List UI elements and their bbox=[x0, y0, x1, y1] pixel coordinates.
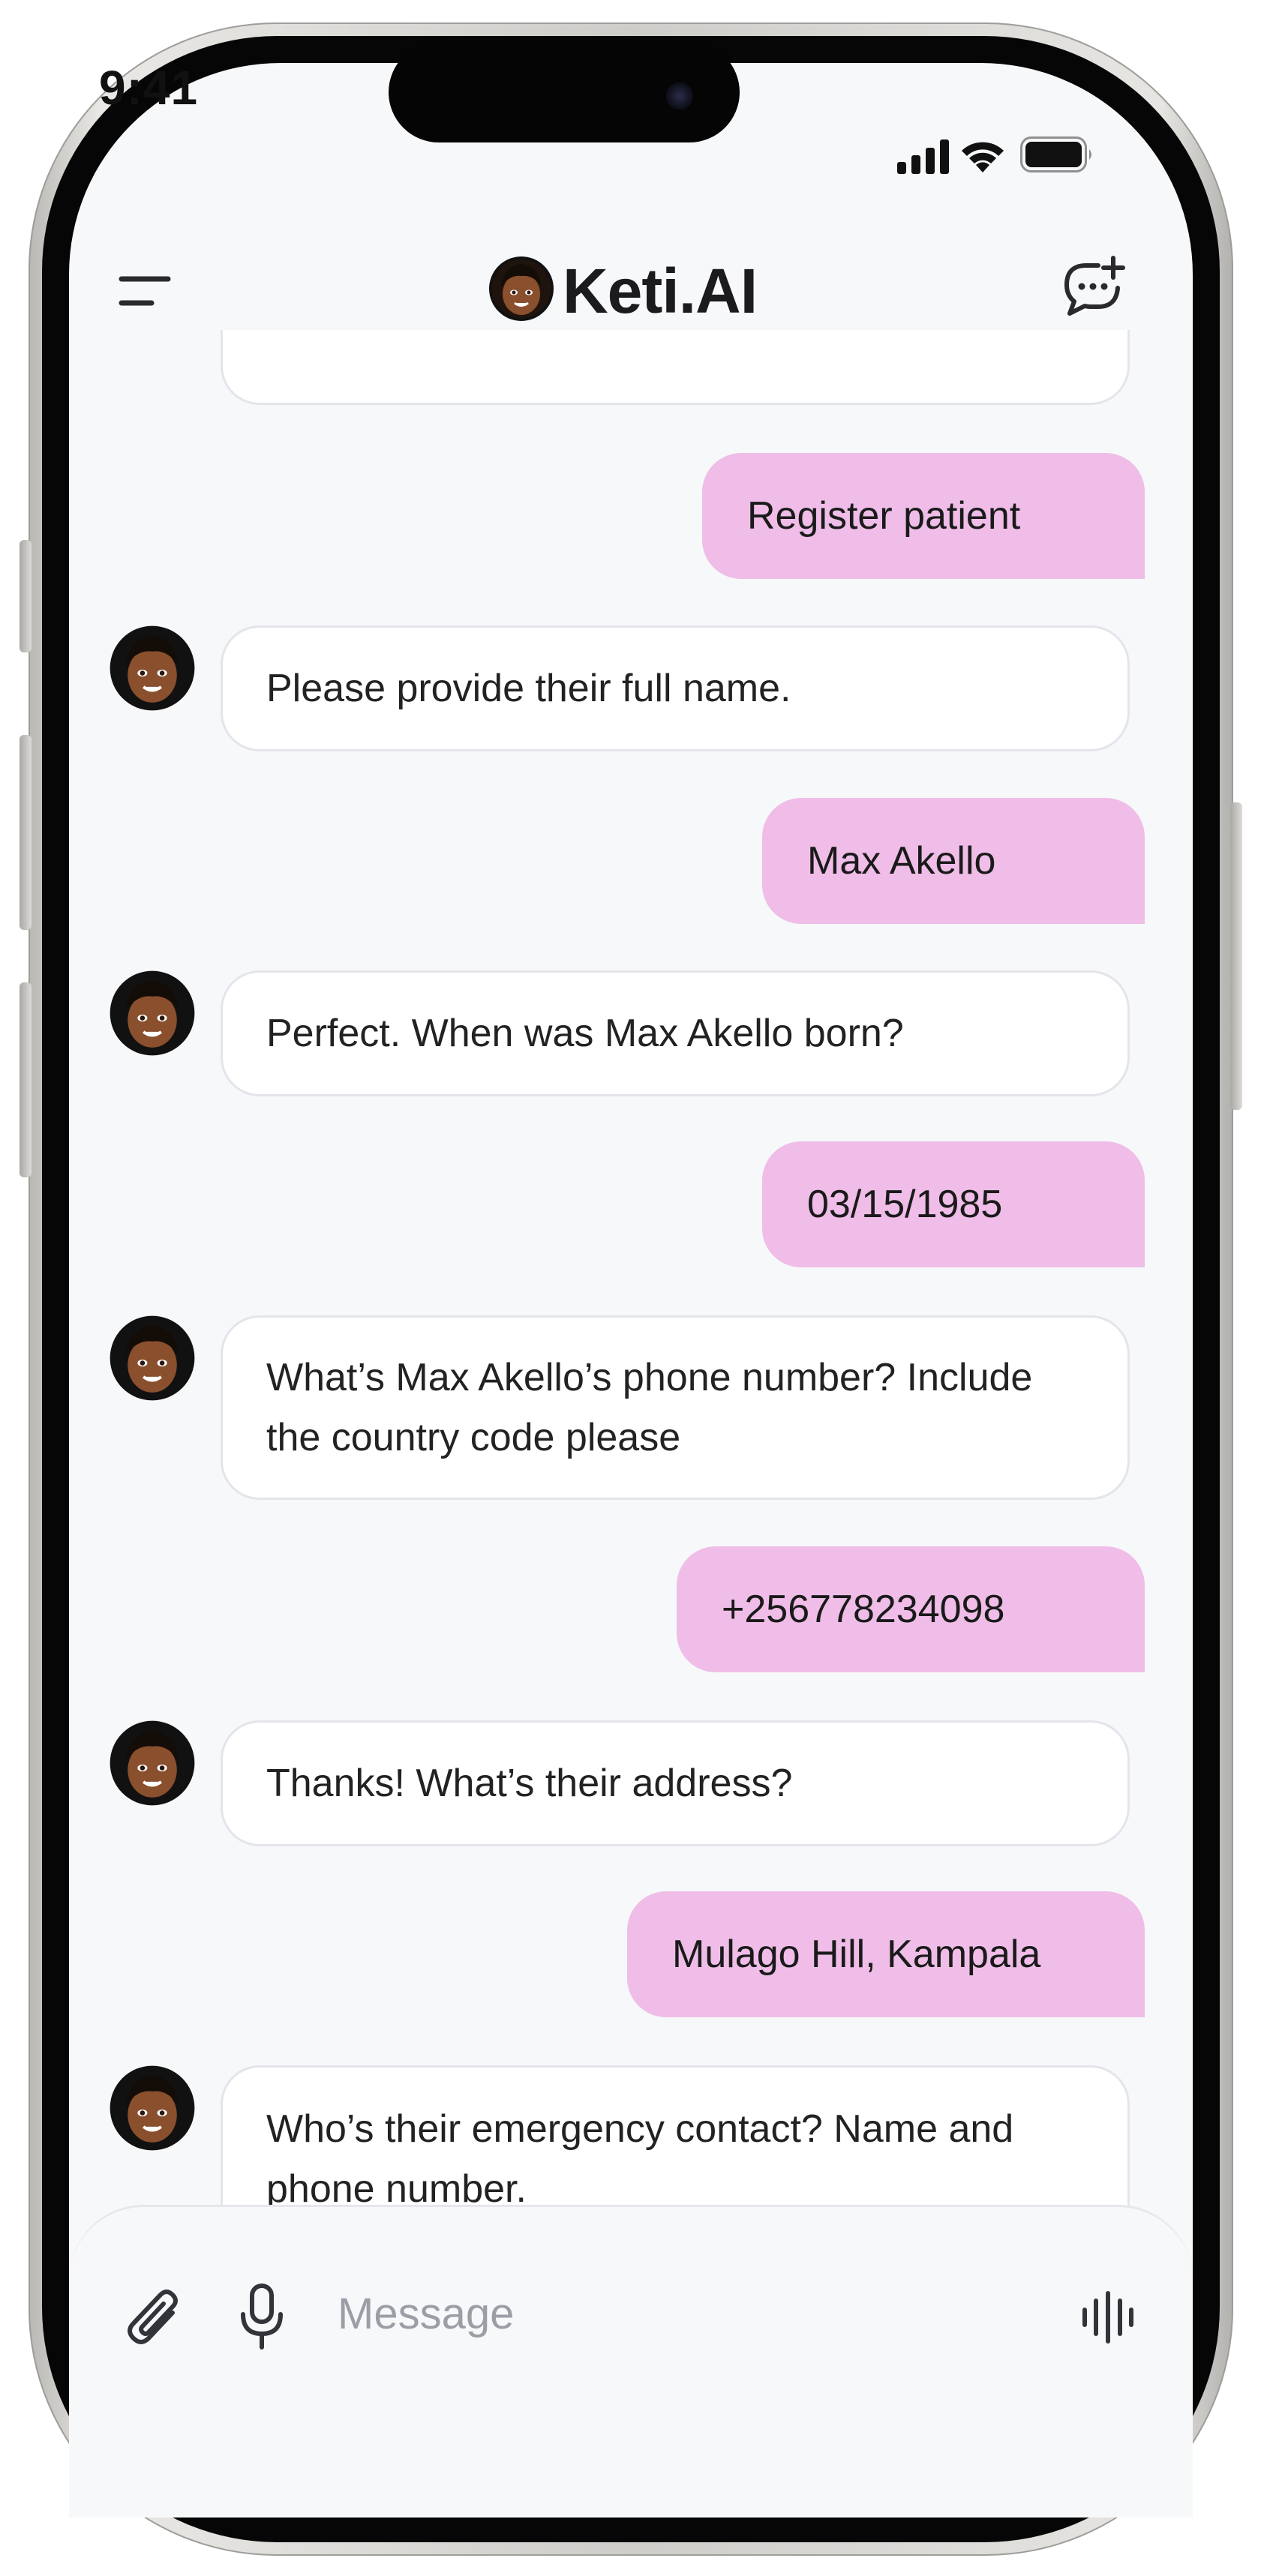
camera-lens bbox=[666, 82, 693, 109]
user-message: 03/15/1985 bbox=[762, 1141, 1145, 1267]
assistant-avatar bbox=[110, 625, 195, 711]
status-time: 9:41 bbox=[99, 61, 199, 115]
assistant-message: What’s Max Akello’s phone number? Includ… bbox=[221, 1315, 1130, 1500]
microphone-icon[interactable] bbox=[239, 2283, 285, 2352]
signal-icon bbox=[897, 139, 949, 174]
brand-avatar bbox=[489, 256, 554, 321]
brand-title: Keti.AI bbox=[563, 256, 758, 326]
user-message: +256778234098 bbox=[677, 1546, 1145, 1672]
battery-icon bbox=[1020, 136, 1091, 172]
user-message: Mulago Hill, Kampala bbox=[627, 1891, 1145, 2017]
composer-bar bbox=[69, 2205, 1193, 2518]
assistant-avatar bbox=[110, 1720, 195, 1806]
power-button bbox=[1230, 802, 1242, 1110]
action-button bbox=[20, 540, 32, 652]
user-message: Register patient bbox=[702, 453, 1145, 579]
assistant-avatar bbox=[110, 2065, 195, 2151]
assistant-message: Perfect. When was Max Akello born? bbox=[221, 970, 1130, 1096]
wifi-icon bbox=[962, 142, 1004, 172]
user-message: Max Akello bbox=[762, 798, 1145, 924]
new-chat-icon[interactable] bbox=[1059, 255, 1127, 322]
assistant-message: Please provide their full name. bbox=[221, 625, 1130, 751]
paperclip-icon[interactable] bbox=[126, 2286, 186, 2350]
message-input[interactable] bbox=[338, 2280, 1013, 2347]
voice-waveform-icon[interactable] bbox=[1080, 2290, 1136, 2344]
assistant-avatar bbox=[110, 1315, 195, 1401]
assistant-avatar bbox=[110, 970, 195, 1056]
previous-message-bubble bbox=[221, 330, 1130, 405]
volume-down-button bbox=[20, 982, 32, 1177]
volume-up-button bbox=[20, 735, 32, 930]
menu-icon[interactable] bbox=[119, 274, 171, 309]
assistant-message: Thanks! What’s their address? bbox=[221, 1720, 1130, 1846]
